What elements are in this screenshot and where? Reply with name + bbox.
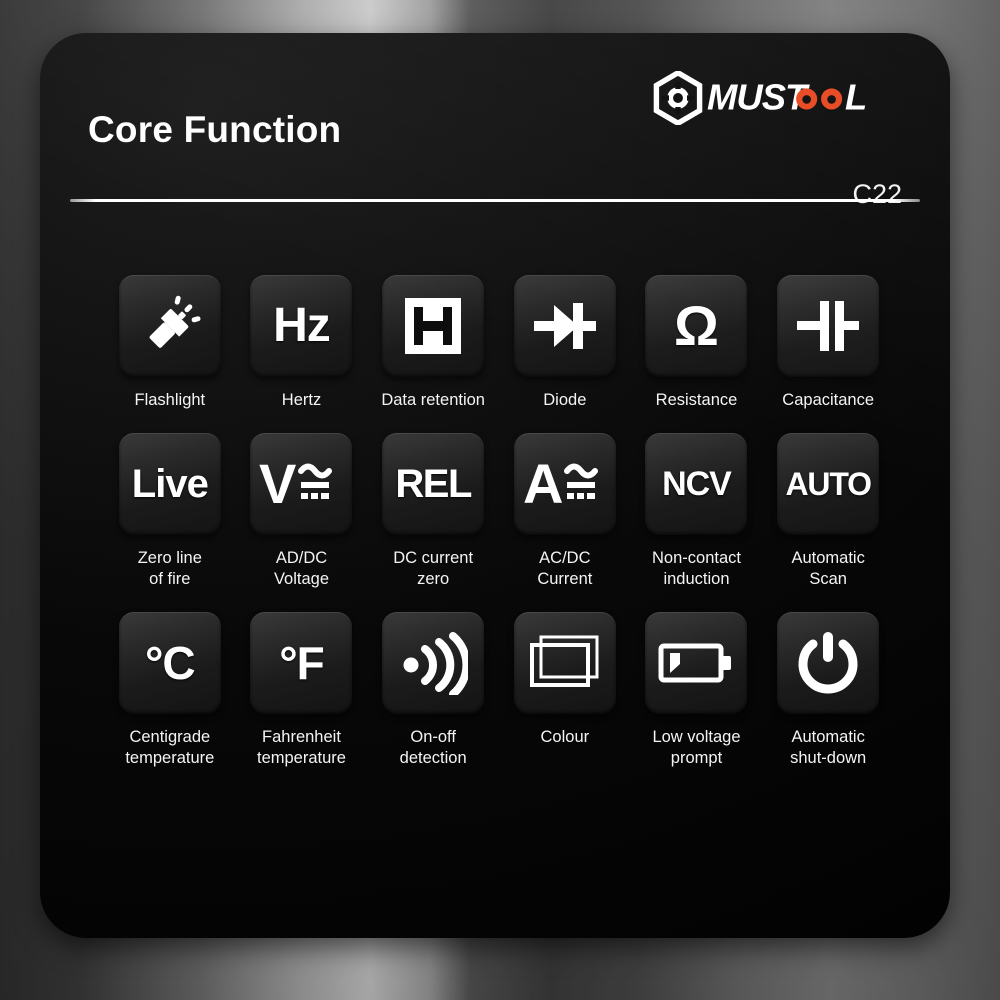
feature-label: DC current zero	[393, 549, 474, 589]
mustool-hexagon-icon	[653, 71, 703, 125]
celsius-tile: °C	[118, 612, 221, 715]
feature-label: Zero line of fire	[137, 549, 202, 589]
feature-label: Flashlight	[134, 391, 206, 409]
feature-item-capacitance: Capacitance	[762, 275, 894, 411]
feature-card: Core Function MUST L C22 Flashlight Hz H…	[40, 33, 950, 938]
celsius-icon: °C	[145, 637, 196, 690]
low-battery-icon	[658, 643, 732, 683]
ncv-tile: NCV	[645, 433, 748, 536]
feature-label: Fahrenheit temperature	[257, 728, 346, 768]
diode-tile	[513, 275, 616, 377]
live-wire-tile: Live	[118, 433, 221, 536]
continuity-tile	[382, 612, 485, 715]
svg-text:MUST: MUST	[707, 77, 810, 118]
mustool-wordmark-icon: MUST L	[707, 77, 867, 118]
feature-item-rel: REL DC current zero	[367, 433, 499, 590]
feature-label: Colour	[540, 728, 590, 747]
feature-item-low-battery: Low voltage prompt	[631, 612, 763, 769]
feature-item-data-retention: Data retention	[367, 275, 499, 411]
low-battery-tile	[645, 612, 748, 715]
continuity-icon	[403, 632, 469, 696]
relative-zero-icon: REL	[395, 462, 472, 507]
page-title: Core Function	[88, 109, 342, 150]
auto-range-tile: AUTO	[777, 433, 880, 536]
feature-label: On-off detection	[399, 728, 467, 768]
resistance-tile: Ω	[645, 275, 748, 377]
feature-label: Diode	[543, 391, 587, 409]
capacitance-tile	[777, 275, 880, 377]
feature-label: Capacitance	[782, 391, 875, 409]
feature-label: Centigrade temperature	[125, 728, 215, 768]
power-off-tile	[777, 612, 880, 715]
colour-screen-icon	[529, 635, 599, 688]
svg-text:L: L	[845, 77, 866, 118]
current-acdc-tile: A	[513, 433, 616, 536]
feature-item-continuity: On-off detection	[367, 612, 499, 769]
data-retention-tile	[382, 275, 485, 377]
hertz-tile: Hz	[250, 275, 353, 377]
feature-label: Data retention	[381, 391, 485, 409]
brand-logo: MUST L	[651, 69, 908, 127]
relative-zero-tile: REL	[382, 433, 485, 536]
feature-label: AC/DC Current	[537, 549, 593, 589]
hertz-icon: Hz	[273, 299, 331, 352]
current-acdc-icon: A	[523, 453, 598, 515]
voltage-acdc-tile: V	[250, 433, 353, 536]
feature-item-power-off: Automatic shut-down	[762, 612, 894, 769]
feature-item-resistance: Ω Resistance	[631, 275, 763, 411]
feature-item-current: A AC/DC Current	[499, 433, 631, 590]
model-number: C22	[852, 179, 902, 209]
infographic-stage: Core Function MUST L C22 Flashlight Hz H…	[0, 0, 1000, 1000]
fahrenheit-tile: °F	[250, 612, 353, 715]
header-divider	[70, 199, 920, 202]
flashlight-tile	[118, 275, 221, 377]
feature-item-colour: Colour	[499, 612, 631, 769]
feature-item-celsius: °C Centigrade temperature	[104, 612, 236, 769]
colour-screen-tile	[513, 612, 616, 715]
feature-item-fahrenheit: °F Fahrenheit temperature	[236, 612, 368, 769]
feature-label: Automatic shut-down	[790, 728, 867, 768]
flashlight-icon	[149, 295, 201, 348]
feature-label: Resistance	[655, 391, 738, 409]
resistance-ohm-icon: Ω	[674, 294, 719, 357]
fahrenheit-icon: °F	[279, 637, 324, 690]
feature-item-auto: AUTO Automatic Scan	[762, 433, 894, 590]
feature-item-hertz: Hz Hertz	[236, 275, 368, 411]
card-header: Core Function MUST L C22	[40, 33, 950, 233]
ncv-icon: NCV	[662, 465, 732, 504]
feature-label: Non-contact induction	[652, 549, 741, 589]
feature-item-ncv: NCV Non-contact induction	[631, 433, 763, 590]
feature-item-diode: Diode	[499, 275, 631, 411]
svg-text:V: V	[259, 453, 296, 515]
diode-icon	[533, 303, 596, 349]
live-wire-icon: Live	[131, 462, 209, 507]
capacitance-icon	[797, 301, 860, 351]
feature-label: AD/DC Voltage	[273, 549, 330, 589]
feature-label: Hertz	[281, 391, 322, 409]
feature-item-voltage: V AD/DC Voltage	[236, 433, 368, 590]
feature-item-flashlight: Flashlight	[104, 275, 236, 411]
svg-text:A: A	[523, 453, 563, 515]
feature-label: Low voltage prompt	[652, 728, 741, 768]
auto-range-icon: AUTO	[785, 466, 872, 503]
feature-grid: Flashlight Hz Hertz Data retention Diode…	[104, 275, 894, 770]
data-retention-icon	[405, 298, 462, 354]
feature-label: Automatic Scan	[791, 549, 865, 589]
voltage-acdc-icon: V	[259, 453, 333, 515]
power-off-icon	[798, 632, 858, 694]
feature-item-live: Live Zero line of fire	[104, 433, 236, 590]
